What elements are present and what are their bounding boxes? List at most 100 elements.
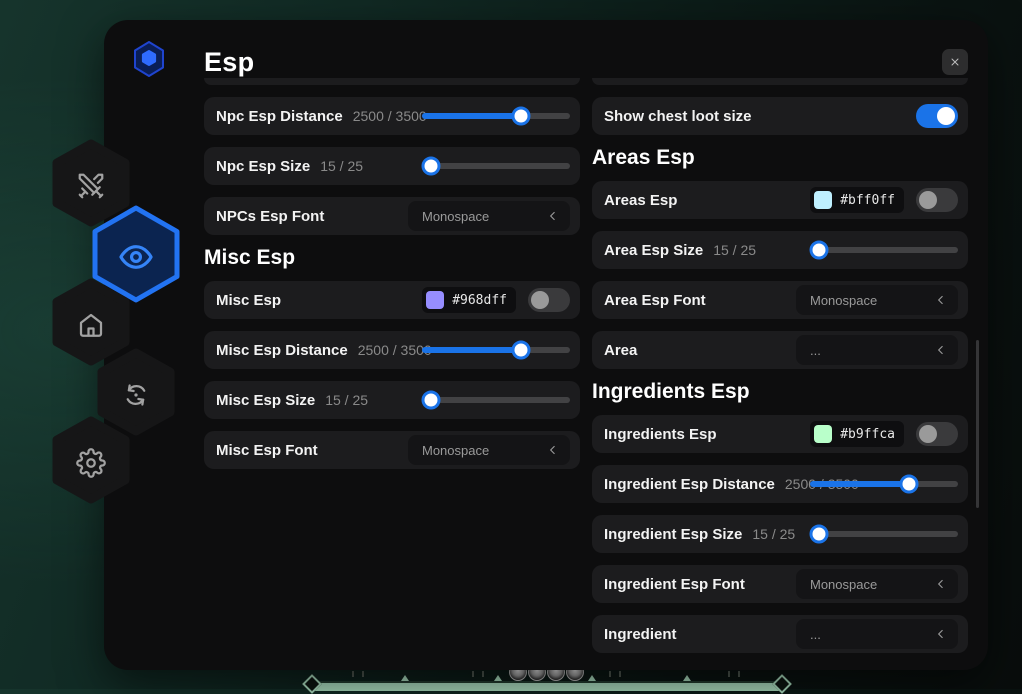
color-swatch [426, 291, 444, 309]
row-controls [916, 104, 958, 128]
section-heading: Areas Esp [592, 147, 968, 169]
setting-row: Show chest loot size [592, 97, 968, 135]
dropdown[interactable]: Monospace [796, 569, 958, 599]
setting-label: Ingredient Esp Distance [604, 476, 775, 493]
color-picker[interactable]: #b9ffca [810, 421, 904, 447]
sidebar [0, 0, 200, 689]
slider-thumb[interactable] [421, 391, 440, 410]
setting-row: Ingredient... [592, 615, 968, 653]
dropdown[interactable]: Monospace [408, 201, 570, 231]
dropdown[interactable]: ... [796, 335, 958, 365]
slider-value: 2500 / 3500 [353, 108, 427, 124]
section-heading: Misc Esp [204, 247, 580, 269]
setting-row: Npc Esp Distance 2500 / 3500 [204, 97, 580, 135]
slider[interactable] [810, 481, 958, 487]
row-controls: #b9ffca [810, 421, 958, 447]
toggle-knob [937, 107, 955, 125]
setting-label: Npc Esp Size [216, 158, 310, 175]
setting-row: NPCs Esp Font Monospace [204, 197, 580, 235]
slider-value: 2500 / 3500 [358, 342, 432, 358]
dropdown-value: Monospace [810, 293, 934, 308]
game-hud-tick [683, 675, 691, 681]
chevron-left-icon [934, 343, 948, 357]
setting-row: Areas Esp #bff0ff [592, 181, 968, 219]
slider-value: 15 / 25 [325, 392, 368, 408]
color-swatch [814, 425, 832, 443]
toggle[interactable] [916, 422, 958, 446]
setting-label: Misc Esp Size [216, 392, 315, 409]
toggle-knob [919, 425, 937, 443]
game-hud-bar [312, 681, 780, 691]
setting-row: Misc Esp #968dff [204, 281, 580, 319]
setting-label: Area Esp Size [604, 242, 703, 259]
dropdown[interactable]: ... [796, 619, 958, 649]
chevron-left-icon [934, 577, 948, 591]
setting-label: Misc Esp Font [216, 442, 318, 459]
section-heading: Ingredients Esp [592, 381, 968, 403]
close-button[interactable] [942, 49, 968, 75]
slider-fill [810, 481, 909, 487]
slider-fill [422, 113, 521, 119]
slider[interactable] [422, 347, 570, 353]
setting-row: Ingredient Esp Distance2500 / 3500 [592, 465, 968, 503]
slider-thumb[interactable] [809, 525, 828, 544]
slider-fill [422, 347, 521, 353]
dropdown-value: ... [810, 627, 934, 642]
settings-column-left: Npc Esp Distance 2500 / 3500 Npc Esp Size 1… [204, 78, 580, 481]
setting-label: Npc Esp Distance [216, 108, 343, 125]
settings-column-right: Show chest loot size Areas Esp Areas Esp #b… [592, 78, 968, 665]
color-picker[interactable]: #bff0ff [810, 187, 904, 213]
slider-thumb[interactable] [421, 157, 440, 176]
slider-thumb[interactable] [809, 241, 828, 260]
color-picker[interactable]: #968dff [422, 287, 516, 313]
toggle[interactable] [916, 104, 958, 128]
setting-row: Area... [592, 331, 968, 369]
row-controls: #968dff [422, 287, 570, 313]
toggle-knob [531, 291, 549, 309]
setting-row: Area Esp Size 15 / 25 [592, 231, 968, 269]
close-icon [949, 56, 961, 68]
game-hud-tick [401, 675, 409, 681]
toggle[interactable] [528, 288, 570, 312]
slider[interactable] [422, 163, 570, 169]
setting-label: Misc Esp Distance [216, 342, 348, 359]
slider-thumb[interactable] [900, 475, 919, 494]
scrollbar[interactable] [976, 340, 979, 508]
setting-label: Ingredient Esp Font [604, 576, 745, 593]
slider[interactable] [422, 397, 570, 403]
chevron-left-icon [546, 443, 560, 457]
slider-value: 15 / 25 [713, 242, 756, 258]
chevron-left-icon [934, 627, 948, 641]
slider[interactable] [810, 531, 958, 537]
setting-label: Misc Esp [216, 292, 281, 309]
setting-row: Npc Esp Size 15 / 25 [204, 147, 580, 185]
sidebar-item-settings[interactable] [52, 416, 130, 509]
dropdown-value: Monospace [422, 209, 546, 224]
gear-icon [52, 416, 130, 509]
setting-row: Ingredients Esp#b9ffca [592, 415, 968, 453]
setting-row: Misc Esp Font Monospace [204, 431, 580, 469]
dropdown-value: ... [810, 343, 934, 358]
setting-label: Show chest loot size [604, 108, 752, 125]
scrolled-row-stub [204, 78, 580, 85]
slider[interactable] [810, 247, 958, 253]
color-hex: #b9ffca [840, 427, 895, 442]
color-hex: #968dff [452, 293, 507, 308]
game-hud-tick [588, 675, 596, 681]
color-swatch [814, 191, 832, 209]
toggle-knob [919, 191, 937, 209]
dropdown[interactable]: Monospace [408, 435, 570, 465]
setting-row: Ingredient Esp Font Monospace [592, 565, 968, 603]
toggle[interactable] [916, 188, 958, 212]
setting-label: Areas Esp [604, 192, 677, 209]
slider-thumb[interactable] [512, 107, 531, 126]
setting-label: NPCs Esp Font [216, 208, 324, 225]
dropdown[interactable]: Monospace [796, 285, 958, 315]
slider-thumb[interactable] [512, 341, 531, 360]
setting-row: Area Esp FontMonospace [592, 281, 968, 319]
slider-value: 15 / 25 [320, 158, 363, 174]
setting-row: Ingredient Esp Size15 / 25 [592, 515, 968, 553]
color-hex: #bff0ff [840, 193, 895, 208]
dropdown-value: Monospace [422, 443, 546, 458]
slider[interactable] [422, 113, 570, 119]
